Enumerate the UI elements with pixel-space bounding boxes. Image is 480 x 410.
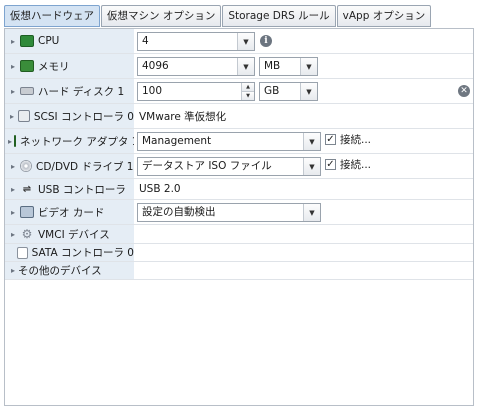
- cd-dvd-label: CD/DVD ドライブ 1: [36, 160, 134, 173]
- row-hard-disk-label-cell[interactable]: ▸ ハード ディスク 1: [5, 79, 134, 103]
- cpu-label: CPU: [38, 35, 60, 47]
- scsi-controller-label: SCSI コントローラ 0: [33, 110, 134, 123]
- expand-arrow-icon[interactable]: ▸: [8, 230, 18, 239]
- video-card-select[interactable]: 設定の自動検出 ▼: [137, 203, 321, 222]
- sata-controller-label: SATA コントローラ 0: [31, 247, 134, 259]
- row-usb-label-cell[interactable]: ▸ ⇌ USB コントローラ: [5, 179, 134, 199]
- row-video-label-cell[interactable]: ▸ ビデオ カード: [5, 200, 134, 224]
- row-cd-dvd-drive: ▸ CD/DVD ドライブ 1 データストア ISO ファイル ▼ ✓ 接続..…: [5, 154, 473, 179]
- hard-disk-unit-value: GB: [264, 85, 280, 97]
- stepper-down-icon[interactable]: ▼: [242, 92, 254, 100]
- memory-unit-select[interactable]: MB ▼: [259, 57, 318, 76]
- hard-disk-icon: [20, 87, 34, 95]
- chevron-down-icon[interactable]: ▼: [303, 158, 320, 175]
- memory-icon: [20, 60, 34, 72]
- network-value: Management: [142, 135, 212, 147]
- scsi-controller-type: VMware 準仮想化: [139, 110, 227, 123]
- expand-arrow-icon[interactable]: ▸: [8, 87, 18, 96]
- stepper-up-icon[interactable]: ▲: [242, 83, 254, 92]
- chevron-down-icon[interactable]: ▼: [303, 133, 320, 150]
- tab-vm-options[interactable]: 仮想マシン オプション: [101, 5, 222, 27]
- chevron-down-icon[interactable]: ▼: [303, 204, 320, 221]
- gear-icon: ⚙: [21, 227, 33, 241]
- expand-arrow-icon[interactable]: ▸: [8, 37, 18, 46]
- row-other-label-cell[interactable]: ▸ その他のデバイス: [5, 262, 134, 279]
- row-sata-controller: SATA コントローラ 0: [5, 244, 473, 262]
- chevron-down-icon[interactable]: ▼: [237, 58, 254, 75]
- row-sata-label-cell[interactable]: SATA コントローラ 0: [5, 244, 134, 261]
- info-icon[interactable]: i: [260, 35, 272, 47]
- network-connect-checkbox[interactable]: ✓: [325, 134, 336, 145]
- network-connect-label: 接続...: [340, 134, 372, 146]
- memory-unit-value: MB: [264, 60, 281, 72]
- usb-controller-type: USB 2.0: [139, 183, 181, 195]
- memory-size-value: 4096: [142, 60, 169, 72]
- expand-arrow-icon[interactable]: ▸: [8, 62, 18, 71]
- row-memory-label-cell[interactable]: ▸ メモリ: [5, 54, 134, 78]
- row-cpu-label-cell[interactable]: ▸ CPU: [5, 29, 134, 53]
- tab-vapp-options[interactable]: vApp オプション: [336, 5, 432, 27]
- expand-arrow-icon[interactable]: ▸: [8, 266, 18, 275]
- hard-disk-unit-select[interactable]: GB ▼: [259, 82, 318, 101]
- hard-disk-size-value: 100: [142, 85, 163, 97]
- other-devices-label: その他のデバイス: [18, 265, 102, 277]
- memory-label: メモリ: [38, 60, 70, 73]
- tab-virtual-hardware[interactable]: 仮想ハードウェア: [4, 5, 100, 27]
- row-scsi-controller: ▸ SCSI コントローラ 0 VMware 準仮想化: [5, 104, 473, 129]
- cd-dvd-connect-label: 接続...: [340, 159, 372, 171]
- hard-disk-label: ハード ディスク 1: [38, 85, 125, 98]
- vmci-device-label: VMCI デバイス: [38, 228, 110, 241]
- row-video-card: ▸ ビデオ カード 設定の自動検出 ▼: [5, 200, 473, 225]
- cd-dvd-source-select[interactable]: データストア ISO ファイル ▼: [137, 157, 321, 176]
- chevron-down-icon[interactable]: ▼: [300, 58, 317, 75]
- row-cddvd-label-cell[interactable]: ▸ CD/DVD ドライブ 1: [5, 154, 134, 178]
- stepper-buttons[interactable]: ▲ ▼: [241, 83, 254, 100]
- hard-disk-size-stepper[interactable]: 100 ▲ ▼: [137, 82, 255, 101]
- row-other-devices: ▸ その他のデバイス: [5, 262, 473, 280]
- cd-dvd-connect-checkbox[interactable]: ✓: [325, 159, 336, 170]
- cd-dvd-source-value: データストア ISO ファイル: [142, 160, 272, 172]
- row-scsi-label-cell[interactable]: ▸ SCSI コントローラ 0: [5, 104, 134, 128]
- expand-arrow-icon[interactable]: ▸: [8, 137, 12, 146]
- tab-bar: 仮想ハードウェア 仮想マシン オプション Storage DRS ルール vAp…: [4, 5, 432, 27]
- remove-device-icon[interactable]: ✕: [458, 85, 470, 97]
- chevron-down-icon[interactable]: ▼: [300, 83, 317, 100]
- sata-controller-icon: [17, 246, 28, 259]
- row-cpu: ▸ CPU 4 ▼ i: [5, 29, 473, 54]
- cpu-count-select[interactable]: 4 ▼: [137, 32, 255, 51]
- video-card-label: ビデオ カード: [38, 206, 105, 219]
- expand-arrow-icon[interactable]: ▸: [8, 185, 18, 194]
- row-network-label-cell[interactable]: ▸ ネットワーク アダプタ 1: [5, 129, 134, 153]
- row-memory: ▸ メモリ 4096 ▼ MB ▼: [5, 54, 473, 79]
- expand-arrow-icon[interactable]: ▸: [8, 112, 16, 121]
- chevron-down-icon[interactable]: ▼: [237, 33, 254, 50]
- memory-size-combo[interactable]: 4096 ▼: [137, 57, 255, 76]
- row-hard-disk: ▸ ハード ディスク 1 100 ▲ ▼ GB ▼ ✕: [5, 79, 473, 104]
- row-vmci-device: ▸ ⚙ VMCI デバイス: [5, 225, 473, 244]
- usb-controller-label: USB コントローラ: [38, 183, 126, 196]
- row-vmci-label-cell[interactable]: ▸ ⚙ VMCI デバイス: [5, 225, 134, 243]
- virtual-hardware-panel: ▸ CPU 4 ▼ i ▸ メモリ 4096 ▼ MB ▼ ▸ ハード ディスク…: [4, 28, 474, 406]
- usb-icon: ⇌: [22, 183, 32, 195]
- tab-storage-drs-rules[interactable]: Storage DRS ルール: [222, 5, 336, 27]
- row-network-adapter: ▸ ネットワーク アダプタ 1 Management ▼ ✓ 接続...: [5, 129, 473, 154]
- monitor-icon: [20, 206, 34, 218]
- network-select[interactable]: Management ▼: [137, 132, 321, 151]
- cpu-icon: [20, 35, 34, 47]
- network-adapter-label: ネットワーク アダプタ 1: [20, 135, 134, 148]
- expand-arrow-icon[interactable]: ▸: [8, 162, 18, 171]
- expand-arrow-icon[interactable]: ▸: [8, 208, 18, 217]
- network-adapter-icon: [14, 135, 17, 147]
- video-card-value: 設定の自動検出: [142, 206, 216, 218]
- row-usb-controller: ▸ ⇌ USB コントローラ USB 2.0: [5, 179, 473, 200]
- cd-dvd-icon: [20, 160, 32, 172]
- cpu-count-value: 4: [142, 35, 149, 47]
- scsi-controller-icon: [18, 110, 30, 122]
